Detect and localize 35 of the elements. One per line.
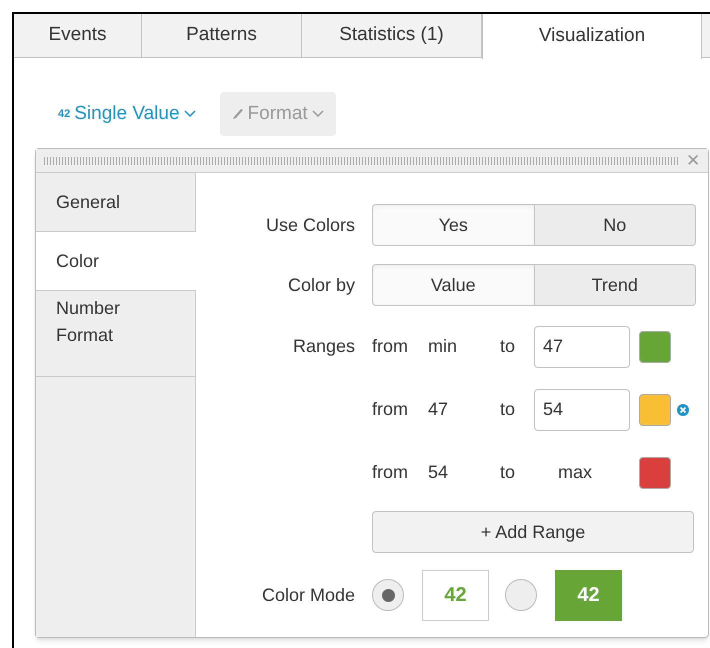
color-swatch[interactable] xyxy=(639,456,671,488)
range-to-label: to xyxy=(500,461,516,484)
toggle-option[interactable]: Trend xyxy=(534,264,696,306)
field-label: Use Colors xyxy=(266,214,355,234)
chevron-down-icon xyxy=(312,110,324,118)
value-preview: 42 xyxy=(422,570,489,620)
add-range-button[interactable]: + Add Range xyxy=(372,511,694,553)
range-to-label: to xyxy=(500,335,516,358)
range-input[interactable]: 54 xyxy=(534,388,630,430)
range-from-value: min xyxy=(428,335,458,358)
remove-icon[interactable] xyxy=(677,404,689,416)
range-from-label: from xyxy=(372,461,409,484)
range-input[interactable]: 47 xyxy=(534,326,630,368)
range-from-value: 54 xyxy=(428,461,450,484)
chevron-down-icon xyxy=(184,110,196,118)
toggle-option[interactable]: Yes xyxy=(372,204,534,246)
tab[interactable]: Visualization xyxy=(482,14,702,59)
field-label: Color Mode xyxy=(262,584,355,604)
sidebar-tab[interactable]: Color xyxy=(36,232,196,291)
single-value-icon: 42 xyxy=(58,106,70,122)
range-from-label: from xyxy=(372,398,409,421)
field-label: Color by xyxy=(288,274,355,294)
value-preview: 42 xyxy=(555,570,622,620)
range-from-label: from xyxy=(372,335,409,358)
brush-icon xyxy=(232,108,244,120)
color-swatch[interactable] xyxy=(639,330,671,362)
toggle-option[interactable]: No xyxy=(534,204,696,246)
range-from-value: 47 xyxy=(428,398,450,421)
color-swatch[interactable] xyxy=(639,394,671,426)
range-to-label: to xyxy=(500,398,516,421)
toggle-option[interactable]: Value xyxy=(372,264,534,306)
range-to-value: max xyxy=(558,462,592,482)
radio-button[interactable] xyxy=(505,579,537,611)
radio-button[interactable] xyxy=(372,579,404,611)
field-label: Ranges xyxy=(292,336,355,356)
